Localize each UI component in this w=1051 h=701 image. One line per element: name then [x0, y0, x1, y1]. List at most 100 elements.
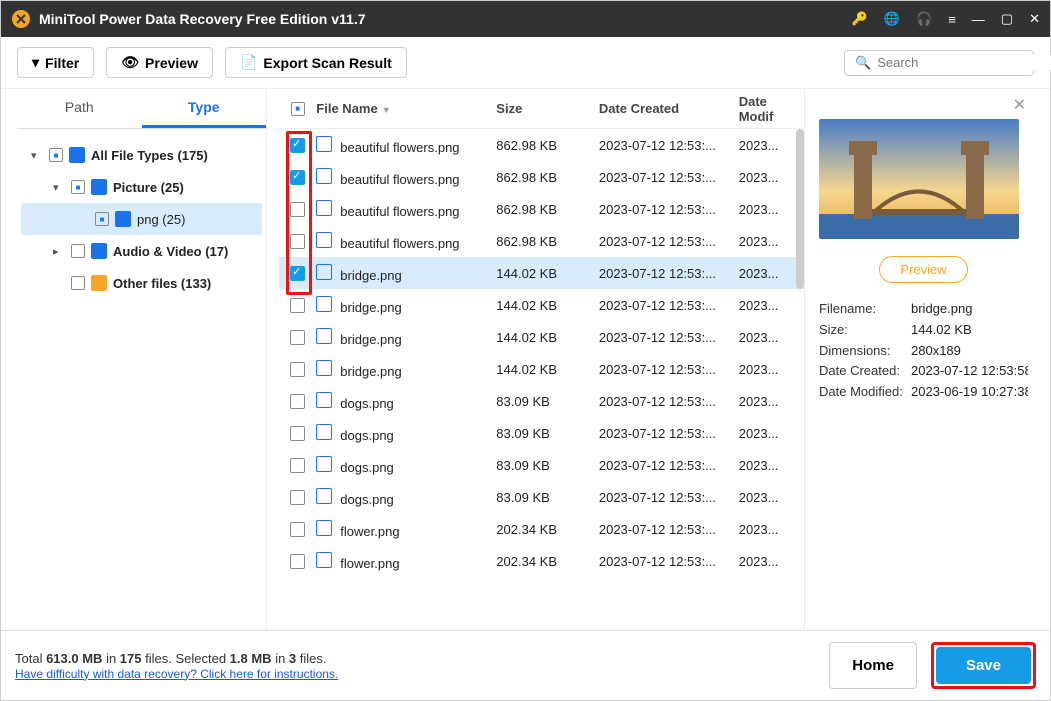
file-row[interactable]: dogs.png83.09 KB2023-07-12 12:53:...2023…	[279, 417, 804, 449]
file-row[interactable]: dogs.png83.09 KB2023-07-12 12:53:...2023…	[279, 385, 804, 417]
search-icon: 🔍	[855, 55, 871, 71]
app-logo-icon	[11, 9, 31, 29]
file-row[interactable]: dogs.png83.09 KB2023-07-12 12:53:...2023…	[279, 481, 804, 513]
file-row[interactable]: beautiful flowers.png862.98 KB2023-07-12…	[279, 225, 804, 257]
save-highlight: Save	[931, 642, 1036, 689]
close-preview-icon[interactable]: ✕	[1013, 95, 1026, 115]
export-button[interactable]: 📄Export Scan Result	[225, 47, 407, 78]
scrollbar[interactable]	[796, 129, 804, 289]
file-name: bridge.png	[340, 332, 401, 347]
file-created: 2023-07-12 12:53:...	[599, 426, 739, 441]
search-input[interactable]	[877, 55, 1051, 70]
file-checkbox[interactable]	[290, 298, 305, 313]
preview-open-button[interactable]: Preview	[879, 256, 967, 283]
tree-png[interactable]: png (25)	[21, 203, 262, 235]
select-all-checkbox[interactable]	[291, 102, 305, 116]
file-modified: 2023...	[739, 234, 804, 249]
file-name: bridge.png	[340, 364, 401, 379]
file-checkbox[interactable]	[290, 266, 305, 281]
file-name: dogs.png	[340, 460, 394, 475]
file-modified: 2023...	[739, 554, 804, 569]
file-row[interactable]: bridge.png144.02 KB2023-07-12 12:53:...2…	[279, 257, 804, 289]
tab-type[interactable]: Type	[142, 89, 267, 128]
minimize-icon[interactable]: —	[972, 12, 985, 27]
file-type-icon	[316, 232, 332, 248]
meta-size: 144.02 KB	[911, 320, 1028, 341]
checkbox-semi[interactable]	[49, 148, 63, 162]
tree-picture[interactable]: ▾ Picture (25)	[21, 171, 262, 203]
file-checkbox[interactable]	[290, 170, 305, 185]
globe-icon[interactable]: 🌐	[884, 11, 900, 27]
menu-icon[interactable]: ≡	[948, 12, 956, 27]
checkbox[interactable]	[71, 244, 85, 258]
file-modified: 2023...	[739, 522, 804, 537]
file-created: 2023-07-12 12:53:...	[599, 202, 739, 217]
col-created[interactable]: Date Created	[599, 101, 739, 116]
col-modified[interactable]: Date Modif	[739, 94, 804, 124]
home-button[interactable]: Home	[829, 642, 917, 689]
file-name: beautiful flowers.png	[340, 236, 459, 251]
file-checkbox[interactable]	[290, 138, 305, 153]
tree-audio-video[interactable]: ▸ Audio & Video (17)	[21, 235, 262, 267]
col-size[interactable]: Size	[496, 101, 599, 116]
file-type-icon	[316, 136, 332, 152]
file-row[interactable]: dogs.png83.09 KB2023-07-12 12:53:...2023…	[279, 449, 804, 481]
file-checkbox[interactable]	[290, 362, 305, 377]
file-checkbox[interactable]	[290, 458, 305, 473]
file-checkbox[interactable]	[290, 234, 305, 249]
file-checkbox[interactable]	[290, 554, 305, 569]
file-size: 144.02 KB	[496, 330, 599, 345]
file-created: 2023-07-12 12:53:...	[599, 522, 739, 537]
tab-path[interactable]: Path	[17, 89, 142, 128]
file-type-icon	[316, 424, 332, 440]
file-row[interactable]: bridge.png144.02 KB2023-07-12 12:53:...2…	[279, 321, 804, 353]
checkbox-semi[interactable]	[71, 180, 85, 194]
footer-summary: Total 613.0 MB in 175 files. Selected 1.…	[15, 651, 338, 666]
file-row[interactable]: beautiful flowers.png862.98 KB2023-07-12…	[279, 193, 804, 225]
save-button[interactable]: Save	[936, 647, 1031, 684]
meta-dimensions: 280x189	[911, 341, 1028, 362]
key-icon[interactable]: 🔑	[852, 11, 868, 27]
file-type-icon	[316, 264, 332, 280]
file-list[interactable]: beautiful flowers.png862.98 KB2023-07-12…	[279, 129, 804, 630]
file-modified: 2023...	[739, 266, 804, 281]
file-modified: 2023...	[739, 170, 804, 185]
sort-icon: ▼	[382, 105, 391, 115]
file-row[interactable]: flower.png202.34 KB2023-07-12 12:53:...2…	[279, 513, 804, 545]
file-created: 2023-07-12 12:53:...	[599, 298, 739, 313]
file-created: 2023-07-12 12:53:...	[599, 170, 739, 185]
maximize-icon[interactable]: ▢	[1001, 11, 1013, 27]
tree-other-files[interactable]: Other files (133)	[21, 267, 262, 299]
preview-button[interactable]: 👁Preview	[106, 47, 213, 78]
file-row[interactable]: bridge.png144.02 KB2023-07-12 12:53:...2…	[279, 289, 804, 321]
window-title: MiniTool Power Data Recovery Free Editio…	[39, 11, 852, 27]
chevron-right-icon: ▸	[53, 245, 65, 258]
tree-all-file-types[interactable]: ▾ All File Types (175)	[21, 139, 262, 171]
search-box[interactable]: 🔍	[844, 50, 1034, 76]
file-checkbox[interactable]	[290, 522, 305, 537]
file-checkbox[interactable]	[290, 330, 305, 345]
funnel-icon: ▾	[32, 54, 39, 71]
file-row[interactable]: flower.png202.34 KB2023-07-12 12:53:...2…	[279, 545, 804, 577]
file-checkbox[interactable]	[290, 426, 305, 441]
help-link[interactable]: Have difficulty with data recovery? Clic…	[15, 667, 338, 681]
file-row[interactable]: beautiful flowers.png862.98 KB2023-07-12…	[279, 129, 804, 161]
preview-label: Preview	[145, 55, 198, 71]
file-row[interactable]: bridge.png144.02 KB2023-07-12 12:53:...2…	[279, 353, 804, 385]
tree-label: Picture (25)	[113, 180, 184, 195]
file-size: 83.09 KB	[496, 458, 599, 473]
file-type-icon	[316, 200, 332, 216]
tree-label: Audio & Video (17)	[113, 244, 228, 259]
checkbox[interactable]	[71, 276, 85, 290]
checkbox-semi[interactable]	[95, 212, 109, 226]
file-checkbox[interactable]	[290, 490, 305, 505]
file-row[interactable]: beautiful flowers.png862.98 KB2023-07-12…	[279, 161, 804, 193]
filter-button[interactable]: ▾Filter	[17, 47, 94, 78]
col-filename[interactable]: File Name▼	[316, 101, 496, 116]
file-name: dogs.png	[340, 428, 394, 443]
file-size: 144.02 KB	[496, 266, 599, 281]
file-checkbox[interactable]	[290, 202, 305, 217]
file-checkbox[interactable]	[290, 394, 305, 409]
headphones-icon[interactable]: 🎧	[916, 11, 932, 27]
close-icon[interactable]: ✕	[1029, 11, 1040, 27]
